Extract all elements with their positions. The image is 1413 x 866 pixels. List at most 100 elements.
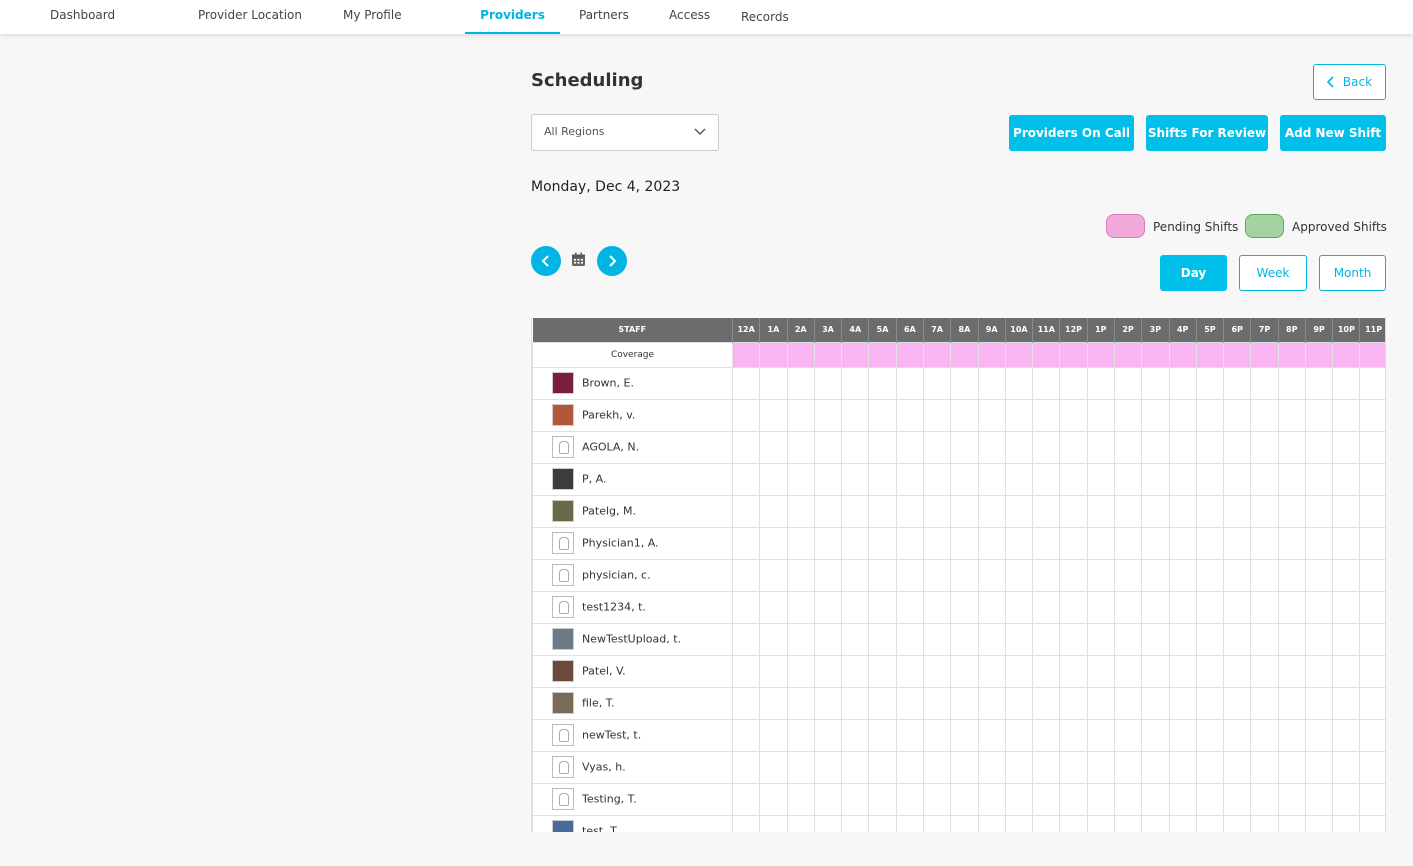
shift-slot[interactable] (731, 686, 761, 720)
shift-slot[interactable] (1277, 590, 1306, 624)
shift-slot[interactable] (1359, 750, 1385, 784)
shift-slot[interactable] (786, 558, 815, 592)
shift-slot[interactable] (841, 654, 870, 688)
shift-slot[interactable] (1059, 430, 1088, 464)
shift-slot[interactable] (813, 686, 843, 720)
shift-slot[interactable] (786, 398, 815, 432)
nav-dashboard[interactable]: Dashboard (50, 0, 115, 34)
shift-slot[interactable] (1195, 526, 1225, 560)
shift-slot[interactable] (813, 654, 843, 688)
shift-slot[interactable] (1223, 366, 1252, 400)
shift-slot[interactable] (977, 494, 1006, 528)
shift-slot[interactable] (1086, 558, 1115, 592)
shift-slot[interactable] (813, 430, 843, 464)
shift-slot[interactable] (1168, 462, 1197, 496)
shift-slot[interactable] (1277, 622, 1306, 656)
shift-slot[interactable] (1113, 654, 1143, 688)
shift-slot[interactable] (950, 782, 979, 816)
shift-slot[interactable] (1223, 686, 1252, 720)
shift-slot[interactable] (977, 750, 1006, 784)
shift-slot[interactable] (1004, 750, 1034, 784)
shift-slot[interactable] (813, 590, 843, 624)
shift-slot[interactable] (786, 718, 815, 752)
shift-slot[interactable] (868, 462, 897, 496)
shift-slot[interactable] (786, 462, 815, 496)
region-select[interactable]: All Regions (531, 114, 719, 151)
shift-slot[interactable] (1059, 718, 1088, 752)
shift-slot[interactable] (1032, 654, 1061, 688)
shift-slot[interactable] (950, 398, 979, 432)
shift-slot[interactable] (1141, 430, 1170, 464)
shift-slot[interactable] (922, 526, 952, 560)
shift-slot[interactable] (1032, 718, 1061, 752)
shift-slot[interactable] (1223, 782, 1252, 816)
shift-slot[interactable] (977, 430, 1006, 464)
shift-slot[interactable] (1332, 686, 1361, 720)
shift-slot[interactable] (1004, 686, 1034, 720)
shift-slot[interactable] (1195, 782, 1225, 816)
shift-slot[interactable] (950, 494, 979, 528)
staff-name[interactable]: Parekh, v. (582, 409, 635, 422)
shift-slot[interactable] (813, 814, 843, 832)
shift-slot[interactable] (895, 590, 924, 624)
shift-slot[interactable] (1359, 494, 1385, 528)
shift-slot[interactable] (1059, 782, 1088, 816)
shift-slot[interactable] (1059, 526, 1088, 560)
shift-slot[interactable] (1168, 398, 1197, 432)
shift-slot[interactable] (1195, 494, 1225, 528)
shift-slot[interactable] (731, 526, 761, 560)
shift-slot[interactable] (1304, 366, 1334, 400)
shift-slot[interactable] (1059, 590, 1088, 624)
nav-records[interactable]: Records (741, 2, 789, 36)
shift-slot[interactable] (1359, 430, 1385, 464)
shift-slot[interactable] (1032, 622, 1061, 656)
shift-slot[interactable] (1250, 654, 1279, 688)
shift-slot[interactable] (1223, 462, 1252, 496)
shift-slot[interactable] (1332, 526, 1361, 560)
shift-slot[interactable] (1168, 750, 1197, 784)
shift-slot[interactable] (1332, 398, 1361, 432)
shift-slot[interactable] (1004, 654, 1034, 688)
shift-slot[interactable] (922, 494, 952, 528)
shift-slot[interactable] (786, 654, 815, 688)
shift-slot[interactable] (1250, 590, 1279, 624)
shift-slot[interactable] (922, 590, 952, 624)
shift-slot[interactable] (1059, 398, 1088, 432)
nav-providers[interactable]: Providers (465, 0, 560, 34)
shift-slot[interactable] (1250, 494, 1279, 528)
shift-slot[interactable] (731, 462, 761, 496)
shift-slot[interactable] (1277, 782, 1306, 816)
shift-slot[interactable] (1250, 686, 1279, 720)
shift-slot[interactable] (1195, 686, 1225, 720)
shift-slot[interactable] (1304, 494, 1334, 528)
shift-slot[interactable] (1086, 654, 1115, 688)
shift-slot[interactable] (922, 558, 952, 592)
shift-slot[interactable] (1032, 782, 1061, 816)
shift-slot[interactable] (895, 526, 924, 560)
shift-slot[interactable] (1141, 654, 1170, 688)
shift-slot[interactable] (759, 558, 788, 592)
shift-slot[interactable] (922, 654, 952, 688)
shift-slot[interactable] (1250, 526, 1279, 560)
shift-slot[interactable] (922, 686, 952, 720)
shift-slot[interactable] (1004, 526, 1034, 560)
shift-slot[interactable] (977, 558, 1006, 592)
shift-slot[interactable] (977, 590, 1006, 624)
shift-slot[interactable] (922, 622, 952, 656)
shift-slot[interactable] (868, 654, 897, 688)
shift-slot[interactable] (813, 622, 843, 656)
shift-slot[interactable] (1032, 750, 1061, 784)
shift-slot[interactable] (759, 462, 788, 496)
shift-slot[interactable] (1332, 494, 1361, 528)
shift-slot[interactable] (759, 814, 788, 832)
shift-slot[interactable] (1113, 782, 1143, 816)
shift-slot[interactable] (1113, 430, 1143, 464)
shift-slot[interactable] (1141, 718, 1170, 752)
shift-slot[interactable] (1168, 590, 1197, 624)
shift-slot[interactable] (1086, 686, 1115, 720)
shift-slot[interactable] (1304, 814, 1334, 832)
shift-slot[interactable] (1032, 558, 1061, 592)
shift-slot[interactable] (813, 366, 843, 400)
shift-slot[interactable] (813, 750, 843, 784)
shift-slot[interactable] (1277, 366, 1306, 400)
